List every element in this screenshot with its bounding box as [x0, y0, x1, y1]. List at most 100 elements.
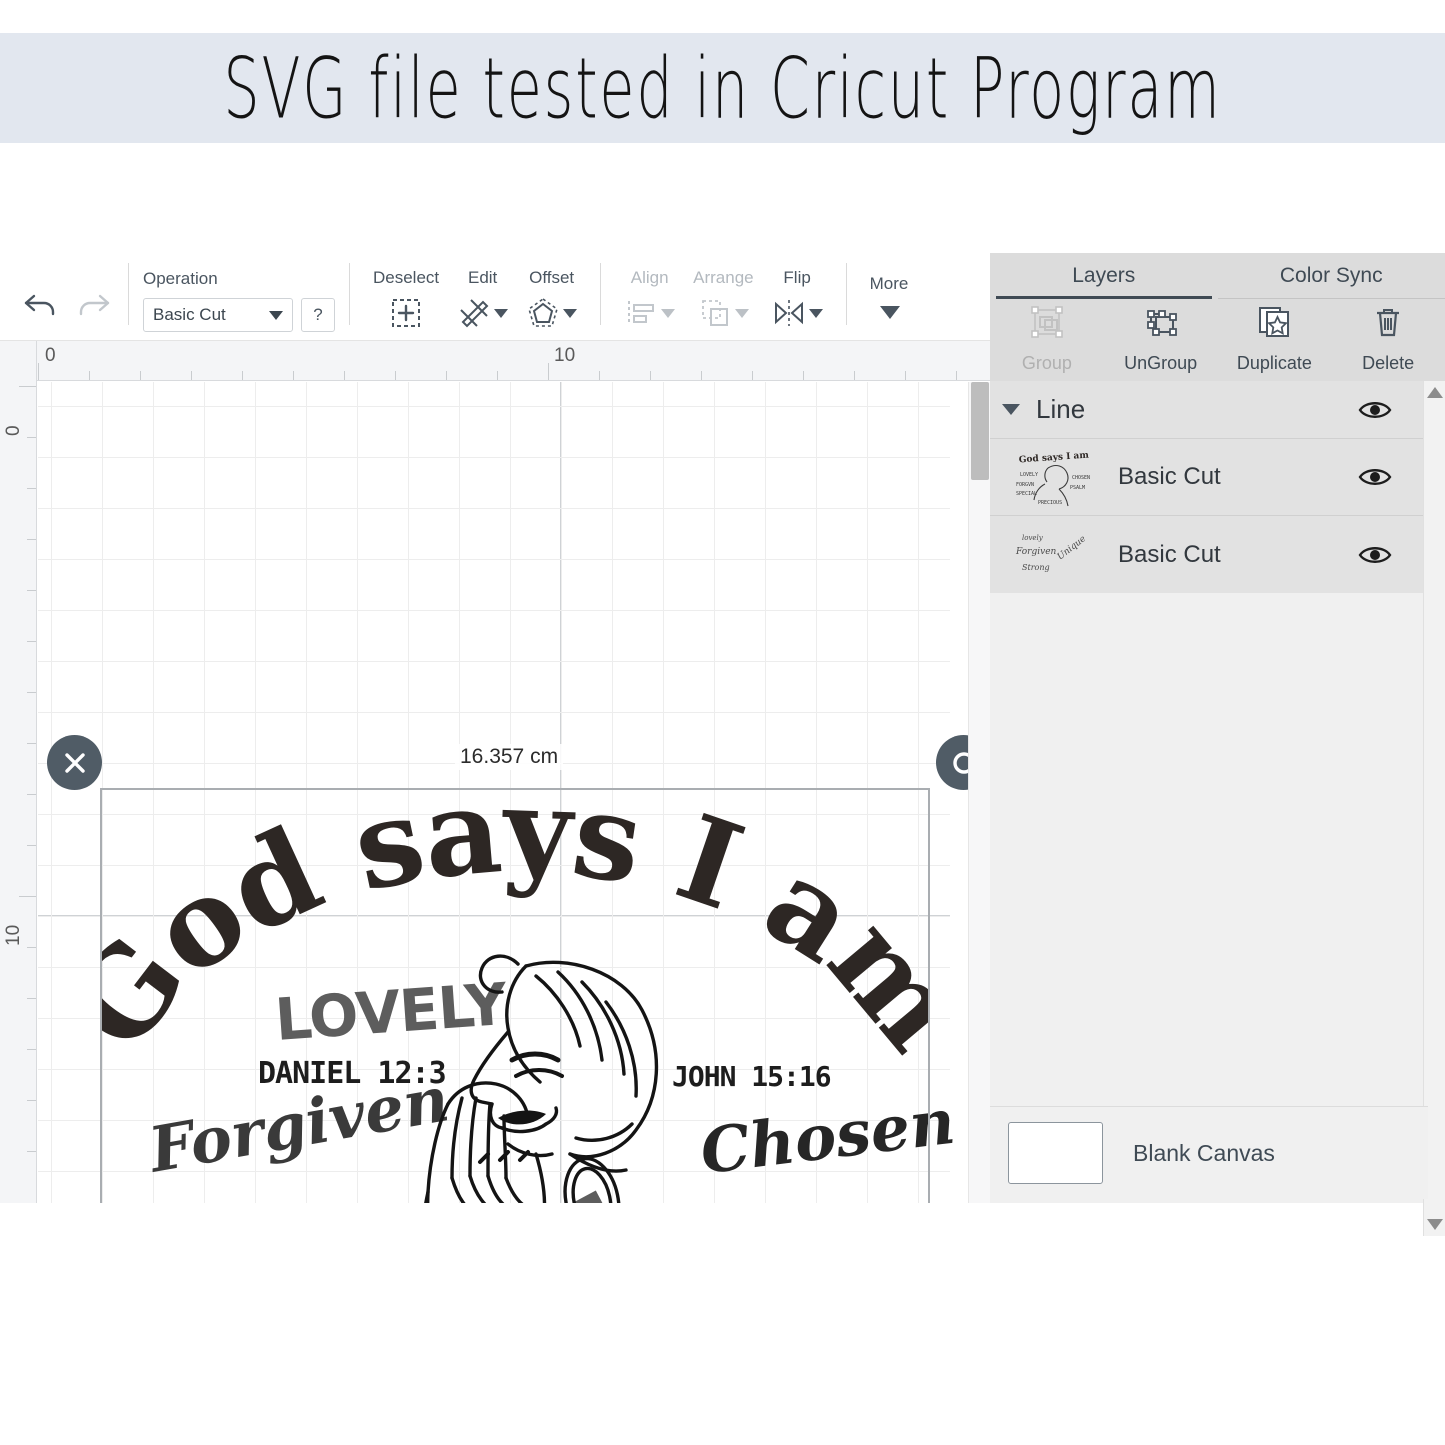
arrange-label: Arrange	[693, 268, 754, 287]
scroll-down-arrow-icon[interactable]	[1427, 1219, 1443, 1230]
operation-group: Operation Basic Cut ?	[143, 253, 335, 332]
duplicate-icon	[1255, 303, 1293, 346]
chevron-down-icon	[269, 310, 283, 320]
toolbar-divider-2	[349, 263, 350, 325]
banner-title: SVG file tested in Cricut Program	[223, 38, 1222, 138]
tab-layers-label: Layers	[1072, 264, 1136, 287]
edit-pencil-icon	[457, 296, 491, 330]
eye-icon[interactable]	[1358, 544, 1392, 566]
layer-thumbnail: God says I am LOVELY FORGVN SPECIAL CHOS…	[1014, 446, 1094, 508]
flip-label: Flip	[783, 268, 811, 287]
trash-icon	[1369, 303, 1407, 346]
design-canvas-area[interactable]: God says I am LOVELY DANIEL 12:3 Forgive…	[0, 341, 990, 1203]
deselect-label: Deselect	[373, 268, 440, 287]
ruler-top-label-10: 10	[554, 345, 576, 366]
eye-icon[interactable]	[1358, 399, 1392, 421]
toolbar-divider-3	[600, 263, 602, 325]
svg-text:Unique: Unique	[1056, 534, 1088, 562]
tab-color-sync[interactable]: Color Sync	[1217, 253, 1445, 299]
align-icon	[624, 296, 658, 330]
deselect-icon	[389, 296, 423, 330]
svg-text:God says I am: God says I am	[1019, 451, 1090, 466]
layer-row[interactable]: lovely Forgiven Strong Unique Basic Cut	[990, 516, 1428, 593]
align-button[interactable]: Align	[615, 253, 684, 330]
page-banner: SVG file tested in Cricut Program	[0, 33, 1445, 143]
more-caret-icon[interactable]	[880, 306, 901, 319]
ungroup-icon	[1142, 303, 1180, 346]
ruler-left-label-0: 0	[3, 425, 24, 436]
duplicate-label: Duplicate	[1236, 353, 1312, 373]
svg-text:FORGVN: FORGVN	[1016, 482, 1034, 488]
layer-row[interactable]: God says I am LOVELY FORGVN SPECIAL CHOS…	[990, 439, 1428, 516]
ruler-left-label-10: 10	[3, 924, 24, 946]
svg-text:Strong: Strong	[1022, 563, 1050, 572]
chevron-down-icon[interactable]	[494, 308, 509, 318]
layer-name: Basic Cut	[1118, 463, 1221, 490]
layers-panel: Layers Color Sync Group UnGroup Duplicat…	[990, 253, 1445, 1236]
flip-icon	[772, 296, 806, 330]
svg-text:lovely: lovely	[1022, 534, 1044, 542]
delete-label: Delete	[1362, 353, 1415, 373]
undo-redo-group	[0, 253, 114, 326]
more-button[interactable]: More	[861, 253, 918, 319]
chevron-down-icon[interactable]	[661, 308, 676, 318]
top-toolbar: Operation Basic Cut ? Deselect Edit Offs…	[0, 253, 990, 341]
deselect-button[interactable]: Deselect	[364, 253, 448, 330]
selection-bounding-box[interactable]	[100, 788, 930, 1203]
blank-canvas-label: Blank Canvas	[1133, 1139, 1275, 1166]
toolbar-divider-1	[128, 263, 129, 325]
svg-text:CHOSEN: CHOSEN	[1072, 475, 1090, 481]
scroll-up-arrow-icon[interactable]	[1427, 387, 1443, 398]
panel-action-bar: Group UnGroup Duplicate Delete	[990, 299, 1445, 381]
group-icon	[1028, 303, 1066, 346]
chevron-down-icon[interactable]	[808, 308, 823, 318]
operation-help-button[interactable]: ?	[301, 298, 335, 332]
blank-canvas-swatch[interactable]	[1008, 1122, 1103, 1184]
delete-button[interactable]: Delete	[1331, 303, 1445, 374]
flip-button[interactable]: Flip	[763, 253, 832, 330]
chevron-down-icon[interactable]	[1002, 404, 1020, 415]
arrange-button[interactable]: Arrange	[684, 253, 762, 330]
svg-text:PRECIOUS: PRECIOUS	[1038, 500, 1062, 506]
edit-button[interactable]: Edit	[448, 253, 517, 330]
layer-group-line[interactable]: Line	[990, 381, 1428, 439]
layer-name: Basic Cut	[1118, 540, 1221, 568]
svg-text:PSALM: PSALM	[1070, 485, 1085, 491]
canvas-vertical-scrollbar[interactable]	[968, 382, 990, 1203]
offset-shape-icon	[526, 296, 560, 330]
ruler-top-label-0: 0	[45, 345, 56, 366]
svg-text:Forgiven: Forgiven	[1015, 547, 1057, 557]
group-label: Group	[1021, 353, 1072, 373]
chevron-down-icon[interactable]	[734, 308, 749, 318]
more-label: More	[869, 274, 909, 293]
tab-layers[interactable]: Layers	[990, 253, 1218, 299]
canvas-scrollbar-thumb[interactable]	[971, 382, 989, 480]
blank-canvas-row[interactable]: Blank Canvas	[990, 1106, 1428, 1199]
arrange-layers-icon	[698, 296, 732, 330]
offset-label: Offset	[529, 268, 575, 287]
layer-thumbnail: lovely Forgiven Strong Unique	[1014, 524, 1094, 586]
group-button[interactable]: Group	[990, 303, 1104, 374]
duplicate-button[interactable]: Duplicate	[1218, 303, 1332, 374]
chevron-down-icon[interactable]	[563, 308, 578, 318]
toolbar-divider-4	[845, 263, 847, 325]
ungroup-button[interactable]: UnGroup	[1104, 303, 1218, 374]
edit-label: Edit	[467, 268, 498, 287]
ruler-top: 0 10	[0, 341, 990, 381]
eye-icon[interactable]	[1358, 466, 1392, 488]
ruler-corner	[0, 341, 37, 381]
redo-arrow-icon[interactable]	[74, 287, 114, 326]
operation-value: Basic Cut	[153, 305, 226, 324]
offset-button[interactable]: Offset	[517, 253, 586, 330]
layer-list: Line God says I am LOVELY FORGVN SPECIAL…	[990, 381, 1428, 593]
dimension-label: 16.357 cm	[455, 744, 564, 770]
undo-arrow-icon[interactable]	[20, 287, 60, 326]
operation-label: Operation	[143, 269, 218, 288]
layer-group-name: Line	[1036, 394, 1086, 424]
svg-text:LOVELY: LOVELY	[1020, 472, 1038, 478]
close-handle[interactable]	[47, 735, 102, 790]
align-label: Align	[630, 268, 669, 287]
ruler-left: 0 10	[0, 381, 37, 1203]
operation-select[interactable]: Basic Cut	[143, 298, 293, 332]
ungroup-label: UnGroup	[1124, 353, 1198, 373]
